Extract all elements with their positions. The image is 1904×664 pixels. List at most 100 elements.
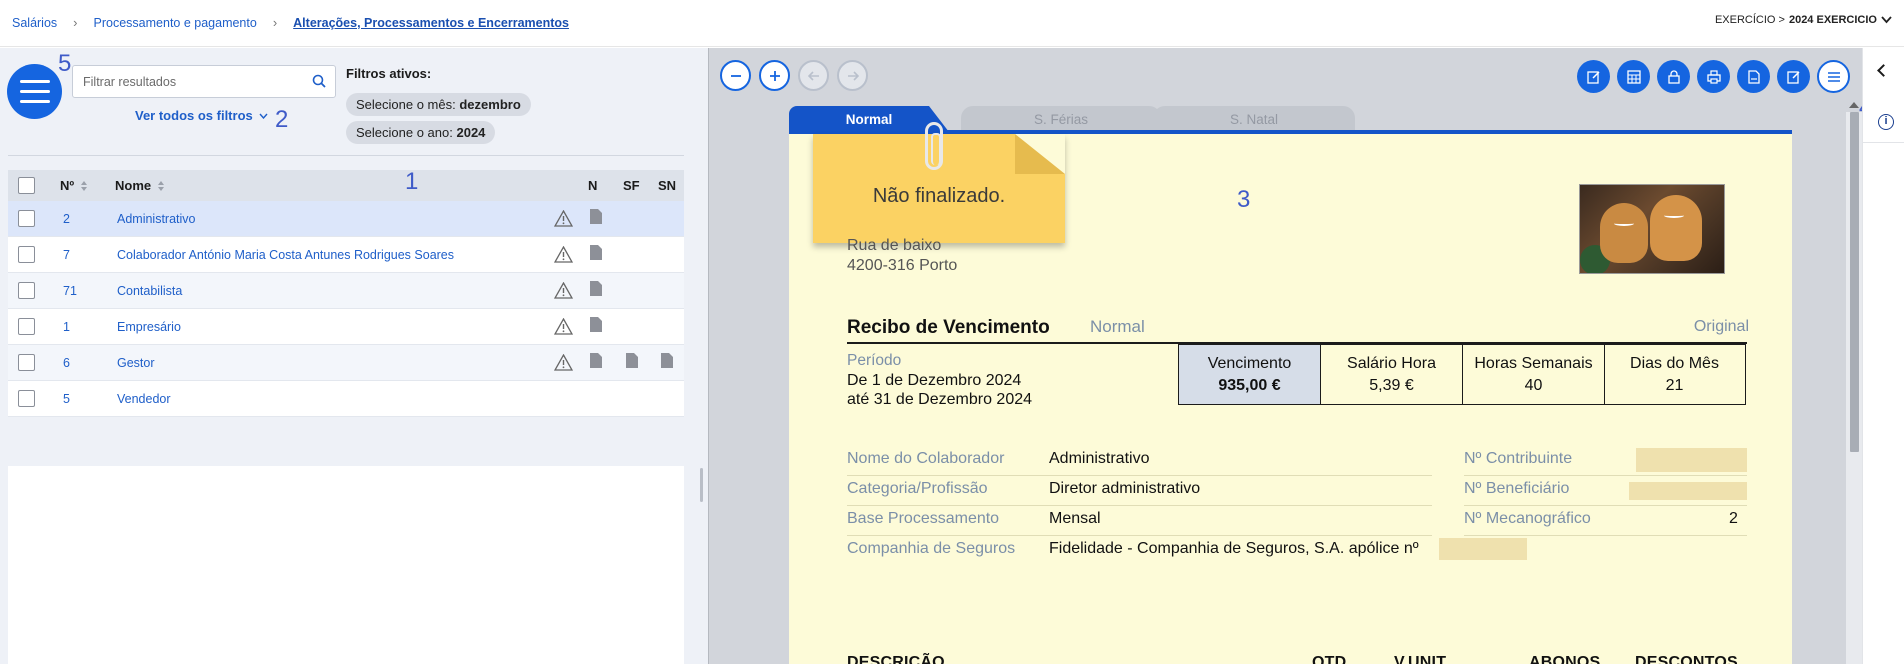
arrow-left-icon [807, 70, 819, 81]
warning-icon [554, 210, 573, 227]
edit-icon [1586, 70, 1600, 84]
document-icon[interactable] [661, 353, 673, 368]
hamburger-line [19, 100, 50, 103]
warning-icon [554, 354, 573, 371]
summary-label: Vencimento [1207, 355, 1292, 372]
logo-cookie-left [1600, 203, 1648, 263]
row-num[interactable]: 2 [63, 212, 70, 226]
document-icon[interactable] [590, 317, 602, 332]
row-name[interactable]: Contabilista [117, 284, 182, 298]
table-row[interactable]: 71 Contabilista [8, 273, 684, 309]
receipt-subtitle: Normal [1090, 317, 1145, 336]
header-name[interactable]: Nome [115, 178, 165, 193]
row-checkbox[interactable] [18, 210, 35, 227]
document-icon[interactable] [590, 281, 602, 296]
table-row[interactable]: 6 Gestor [8, 345, 684, 381]
row-num[interactable]: 5 [63, 392, 70, 406]
field-label: Nº Beneficiário [1464, 480, 1570, 497]
company-logo-image [1579, 184, 1725, 274]
info-icon[interactable]: i [1878, 114, 1894, 130]
field-value: Mensal [1049, 510, 1101, 527]
row-num[interactable]: 6 [63, 356, 70, 370]
col-vunit: V.UNIT. [1394, 654, 1450, 664]
divider [8, 155, 684, 156]
row-checkbox[interactable] [18, 318, 35, 335]
document-icon[interactable] [590, 353, 602, 368]
filter-year-value: 2024 [456, 125, 486, 140]
table-row[interactable]: 7 Colaborador António Maria Costa Antune… [8, 237, 684, 273]
zoom-in-button[interactable] [759, 60, 790, 91]
document-icon[interactable] [626, 353, 638, 368]
receipt-paper: Não finalizado. Rua de baixo 4200-316 Po… [789, 122, 1792, 664]
panel-resize-handle[interactable] [700, 468, 703, 502]
field-value: Administrativo [1049, 450, 1150, 467]
breadcrumb-processamento[interactable]: Processamento e pagamento [94, 16, 257, 30]
chevron-right-icon: › [272, 15, 278, 30]
row-name[interactable]: Empresário [117, 320, 181, 334]
filter-year-label: Selecione o ano: [356, 125, 453, 140]
row-name[interactable]: Gestor [117, 356, 155, 370]
previous-button[interactable] [798, 60, 829, 91]
row-name[interactable]: Colaborador António Maria Costa Antunes … [117, 248, 454, 262]
row-num[interactable]: 7 [63, 248, 70, 262]
header-num[interactable]: Nº [60, 178, 88, 193]
print-button[interactable] [1697, 60, 1730, 93]
col-descontos: DESCONTOS [1635, 654, 1738, 664]
table-row[interactable]: 5 Vendedor [8, 381, 684, 417]
tab-s-natal[interactable]: S. Natal [1153, 106, 1355, 132]
field-rule [847, 475, 1432, 476]
summary-value: 935,00 € [1218, 377, 1281, 394]
sort-icon [81, 180, 88, 191]
summary-box: Vencimento 935,00 € Salário Hora 5,39 € … [1178, 344, 1746, 405]
row-checkbox[interactable] [18, 390, 35, 407]
table-row[interactable]: 2 Administrativo [8, 201, 684, 237]
chevron-down-icon [1881, 16, 1892, 24]
document-icon[interactable] [590, 245, 602, 260]
scroll-up-icon[interactable] [1849, 102, 1859, 108]
lock-button[interactable] [1657, 60, 1690, 93]
field-label: Nº Mecanográfico [1464, 510, 1591, 527]
year-selector[interactable]: EXERCÍCIO > 2024 EXERCICIO [1715, 14, 1892, 26]
edit-button[interactable] [1577, 60, 1610, 93]
scrollbar-thumb[interactable] [1850, 112, 1859, 452]
document-icon[interactable] [590, 209, 602, 224]
field-label: Categoria/Profissão [847, 480, 988, 497]
minus-icon [730, 74, 741, 77]
annotation-5: 5 [58, 50, 72, 77]
search-input[interactable] [73, 66, 293, 97]
summary-dias-mes: Dias do Mês 21 [1605, 345, 1744, 404]
chevron-down-icon [259, 113, 268, 119]
row-name[interactable]: Administrativo [117, 212, 196, 226]
tab-s-ferias[interactable]: S. Férias [961, 106, 1161, 132]
viewer-scrollbar[interactable] [1846, 102, 1862, 664]
col-qtd: QTD [1312, 654, 1347, 664]
zoom-out-button[interactable] [720, 60, 751, 91]
row-checkbox[interactable] [18, 246, 35, 263]
redacted-contribuinte [1636, 448, 1747, 472]
breadcrumb-current[interactable]: Alterações, Processamentos e Encerrament… [293, 16, 569, 30]
calculator-button[interactable] [1617, 60, 1650, 93]
row-num[interactable]: 1 [63, 320, 70, 334]
table-row[interactable]: 1 Empresário [8, 309, 684, 345]
search-icon[interactable] [312, 74, 326, 88]
edit-document-button[interactable] [1777, 60, 1810, 93]
summary-label: Salário Hora [1347, 355, 1436, 372]
header-sf: SF [623, 178, 640, 193]
pdf-icon [1747, 69, 1760, 84]
field-value: Diretor administrativo [1049, 480, 1201, 497]
row-num[interactable]: 71 [63, 284, 77, 298]
breadcrumb-salarios[interactable]: Salários [12, 16, 57, 30]
row-checkbox[interactable] [18, 354, 35, 371]
chevron-left-icon[interactable] [1877, 64, 1890, 77]
filter-chip-month[interactable]: Selecione o mês: dezembro [346, 93, 531, 116]
row-checkbox[interactable] [18, 282, 35, 299]
list-menu-button[interactable] [1817, 60, 1850, 93]
filter-chip-year[interactable]: Selecione o ano: 2024 [346, 121, 496, 144]
see-all-filters-link[interactable]: Ver todos os filtros [135, 108, 268, 123]
summary-label: Dias do Mês [1630, 355, 1719, 372]
select-all-checkbox[interactable] [18, 177, 35, 194]
menu-button[interactable] [7, 64, 62, 119]
next-button[interactable] [837, 60, 868, 91]
row-name[interactable]: Vendedor [117, 392, 171, 406]
pdf-button[interactable] [1737, 60, 1770, 93]
